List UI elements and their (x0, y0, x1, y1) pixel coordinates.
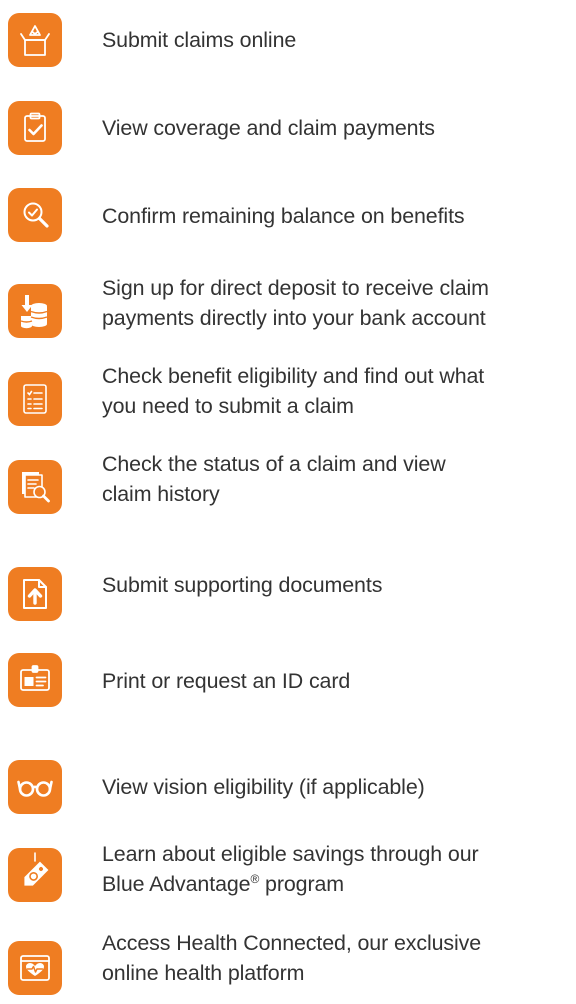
item-label: Sign up for direct deposit to receive cl… (102, 273, 576, 333)
item-text: online health platform (102, 961, 305, 985)
item-text: View coverage and claim payments (102, 116, 435, 140)
list-item-submit-claims: Submit claims online (0, 5, 576, 75)
item-label: Check benefit eligibility and find out w… (102, 361, 576, 421)
list-item-confirm-balance: Confirm remaining balance on benefits (0, 181, 576, 251)
heart-monitor-icon (8, 941, 62, 995)
list-item-health-connected: Access Health Connected, our exclusive o… (0, 924, 576, 995)
item-text: Submit supporting documents (102, 573, 383, 597)
item-text: Check the status of a claim and view (102, 452, 446, 476)
item-text: program (259, 872, 345, 896)
list-item-direct-deposit: Sign up for direct deposit to receive cl… (0, 269, 576, 339)
item-text: Blue Advantage (102, 872, 251, 896)
item-text: Access Health Connected, our exclusive (102, 931, 482, 955)
item-text: payments directly into your bank account (102, 306, 486, 330)
list-item-view-coverage: View coverage and claim payments (0, 93, 576, 163)
eyeglasses-icon (8, 760, 62, 814)
item-label: Access Health Connected, our exclusive o… (102, 928, 576, 988)
id-card-icon (8, 653, 62, 707)
item-text: Check benefit eligibility and find out w… (102, 364, 485, 388)
list-item-blue-advantage: Learn about eligible savings through our… (0, 835, 576, 905)
list-item-supporting-documents: Submit supporting documents (0, 533, 576, 621)
item-text: View vision eligibility (if applicable) (102, 775, 425, 799)
document-search-icon (8, 460, 62, 514)
item-label: Submit supporting documents (102, 570, 576, 600)
item-text: Print or request an ID card (102, 669, 351, 693)
magnifier-check-icon (8, 188, 62, 242)
item-label: Check the status of a claim and view cla… (102, 449, 576, 509)
item-text: Confirm remaining balance on benefits (102, 204, 465, 228)
item-text: Sign up for direct deposit to receive cl… (102, 276, 489, 300)
item-text: you need to submit a claim (102, 394, 354, 418)
list-item-benefit-eligibility: Check benefit eligibility and find out w… (0, 357, 576, 427)
item-text: claim history (102, 482, 220, 506)
item-label: Print or request an ID card (102, 666, 576, 696)
coins-deposit-icon (8, 284, 62, 338)
item-text: Submit claims online (102, 28, 297, 52)
item-label: View coverage and claim payments (102, 113, 576, 143)
item-label: Learn about eligible savings through our… (102, 839, 576, 899)
list-item-id-card: Print or request an ID card (0, 643, 576, 713)
upload-document-icon (8, 567, 62, 621)
registered-mark: ® (250, 872, 260, 886)
list-item-vision-eligibility: View vision eligibility (if applicable) (0, 731, 576, 814)
item-text: Learn about eligible savings through our (102, 842, 479, 866)
checklist-icon (8, 372, 62, 426)
clipboard-check-icon (8, 101, 62, 155)
tag-icon (8, 848, 62, 902)
item-label: Confirm remaining balance on benefits (102, 201, 576, 231)
item-label: Submit claims online (102, 25, 576, 55)
list-item-claim-status: Check the status of a claim and view cla… (0, 445, 576, 515)
item-label: View vision eligibility (if applicable) (102, 772, 576, 802)
open-box-icon (8, 13, 62, 67)
